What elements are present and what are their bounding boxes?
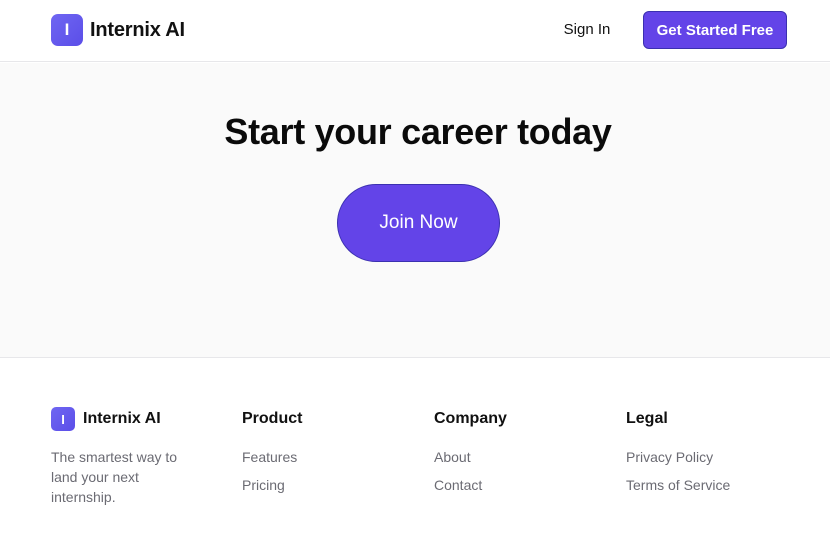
footer-heading-company: Company [434, 410, 507, 427]
footer-link-features[interactable]: Features [242, 447, 302, 467]
hero-title: Start your career today [224, 111, 612, 152]
footer-heading-legal: Legal [626, 410, 668, 427]
footer-link-terms-of-service[interactable]: Terms of Service [626, 475, 730, 495]
footer-brand-name: Internix AI [83, 410, 161, 427]
join-now-button[interactable]: Join Now [337, 184, 500, 262]
footer-column-product: Product Features Pricing [242, 409, 302, 495]
sign-in-link[interactable]: Sign In [553, 19, 621, 41]
brand-name[interactable]: Internix AI [90, 17, 185, 43]
footer-logo-icon: I [51, 407, 75, 431]
hero-section: Start your career today Join Now [0, 63, 830, 358]
footer-link-contact[interactable]: Contact [434, 475, 507, 495]
footer-link-pricing[interactable]: Pricing [242, 475, 302, 495]
footer-tagline: The smartest way to land your next inter… [51, 449, 178, 505]
footer-column-company: Company About Contact [434, 409, 507, 495]
footer-link-about[interactable]: About [434, 447, 507, 467]
logo-icon[interactable]: I [51, 14, 83, 46]
footer-column-legal: Legal Privacy Policy Terms of Service [626, 409, 730, 495]
footer-heading-product: Product [242, 410, 303, 427]
get-started-button[interactable]: Get Started Free [643, 11, 787, 49]
footer-link-privacy-policy[interactable]: Privacy Policy [626, 447, 730, 467]
site-header: I Internix AI Sign In Get Started Free [0, 0, 830, 62]
site-footer: I Internix AI The smartest way to land y… [0, 359, 830, 546]
